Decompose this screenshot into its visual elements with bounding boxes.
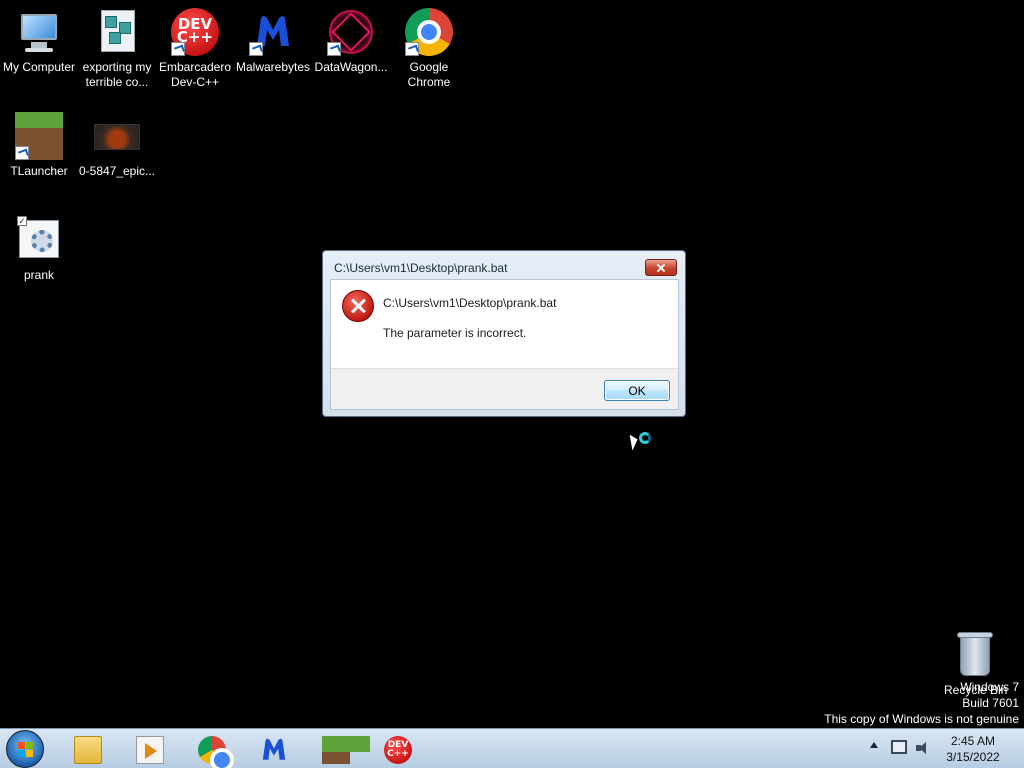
- shortcut-arrow-icon: [171, 42, 185, 56]
- computer-icon: [15, 8, 63, 56]
- shortcut-arrow-icon: [327, 42, 341, 56]
- batch-file-icon: ✓: [15, 216, 63, 264]
- dialog-path-text: C:\Users\vm1\Desktop\prank.bat: [383, 296, 557, 310]
- desktop-icon-label: My Computer: [2, 60, 76, 74]
- desktop-icon-video[interactable]: 0-5847_epic...: [78, 112, 156, 179]
- desktop-icon-label: Google Chrome: [407, 60, 451, 89]
- error-icon: [342, 290, 374, 322]
- desktop-icon-prank[interactable]: ✓ prank: [0, 216, 78, 283]
- dev-cpp-logo-text: DEV C++: [387, 740, 409, 759]
- watermark-line-1: Windows 7: [960, 680, 1019, 694]
- desktop-icon-datawagon[interactable]: DataWagon...: [312, 8, 390, 75]
- desktop-icon-label: prank: [23, 268, 55, 282]
- ok-button[interactable]: OK: [604, 380, 670, 401]
- malwarebytes-icon: [262, 738, 286, 760]
- desktop-icon-tlauncher[interactable]: TLauncher: [0, 112, 78, 179]
- desktop-icon-label: DataWagon...: [314, 60, 388, 74]
- desktop-icon-label: exporting my terrible co...: [82, 60, 152, 89]
- show-hidden-icons-icon[interactable]: [870, 742, 878, 748]
- busy-cursor-icon: [629, 432, 655, 456]
- dialog-body: C:\Users\vm1\Desktop\prank.bat The param…: [330, 279, 679, 410]
- watermark-line-2: Build 7601: [962, 696, 1019, 710]
- media-player-icon: [136, 736, 164, 764]
- taskbar-malwarebytes-button[interactable]: [248, 732, 300, 766]
- volume-icon[interactable]: [916, 741, 930, 755]
- minecraft-grass-block-icon: [322, 736, 370, 764]
- taskbar-media-player-button[interactable]: [124, 732, 176, 766]
- folder-icon: [74, 736, 102, 764]
- desktop-icon-my-computer[interactable]: My Computer: [0, 8, 78, 75]
- clock-time: 2:45 AM: [950, 734, 996, 748]
- close-button[interactable]: [645, 259, 677, 276]
- start-button[interactable]: [6, 730, 44, 768]
- shortcut-arrow-icon: [15, 146, 29, 160]
- dev-cpp-logo-text: DEV C++: [176, 15, 214, 46]
- taskbar-explorer-button[interactable]: [62, 732, 114, 766]
- shortcut-arrow-icon: [249, 42, 263, 56]
- desktop-icon-label: TLauncher: [10, 164, 68, 178]
- windows-watermark: Windows 7 Build 7601 This copy of Window…: [824, 679, 1019, 727]
- malwarebytes-icon: [249, 8, 297, 56]
- desktop-icon-label: Embarcadero Dev-C++: [158, 60, 232, 89]
- windows-logo-icon: [18, 742, 34, 758]
- taskbar-clock[interactable]: 2:45 AM 3/15/2022: [938, 733, 1008, 765]
- taskbar-chrome-button[interactable]: [186, 732, 238, 768]
- minecraft-grass-block-icon: [15, 112, 63, 160]
- desktop-icon-exporting[interactable]: exporting my terrible co...: [78, 8, 156, 90]
- dialog-message: The parameter is incorrect.: [383, 326, 527, 340]
- desktop-icon-label: Malwarebytes: [235, 60, 311, 74]
- chrome-icon: [198, 736, 234, 768]
- datawagon-icon: [327, 8, 375, 56]
- chrome-icon: [405, 8, 453, 56]
- clock-date: 3/15/2022: [946, 750, 1000, 764]
- desktop-icon-chrome[interactable]: Google Chrome: [390, 8, 468, 90]
- dialog-title: C:\Users\vm1\Desktop\prank.bat: [334, 261, 508, 275]
- shortcut-arrow-icon: [405, 42, 419, 56]
- checkbox-icon: ✓: [17, 216, 27, 226]
- desktop-icon-malwarebytes[interactable]: Malwarebytes: [234, 8, 312, 75]
- error-dialog: C:\Users\vm1\Desktop\prank.bat C:\Users\…: [322, 250, 686, 417]
- network-icon[interactable]: [891, 740, 907, 754]
- recycle-bin-icon[interactable]: [952, 630, 996, 678]
- desktop-icon-devcpp[interactable]: DEV C++ Embarcadero Dev-C++: [156, 8, 234, 90]
- dev-cpp-icon: DEV C++: [384, 736, 412, 764]
- taskbar-tlauncher-button[interactable]: [310, 732, 370, 766]
- video-thumbnail-icon: [94, 124, 140, 150]
- registry-file-icon: [93, 8, 141, 56]
- taskbar: DEV C++ 2:45 AM 3/15/2022: [0, 728, 1024, 768]
- watermark-line-3: This copy of Windows is not genuine: [824, 712, 1019, 726]
- taskbar-devcpp-button[interactable]: DEV C++: [372, 732, 424, 766]
- dev-cpp-icon: DEV C++: [171, 8, 219, 56]
- desktop-icon-label: 0-5847_epic...: [78, 164, 156, 178]
